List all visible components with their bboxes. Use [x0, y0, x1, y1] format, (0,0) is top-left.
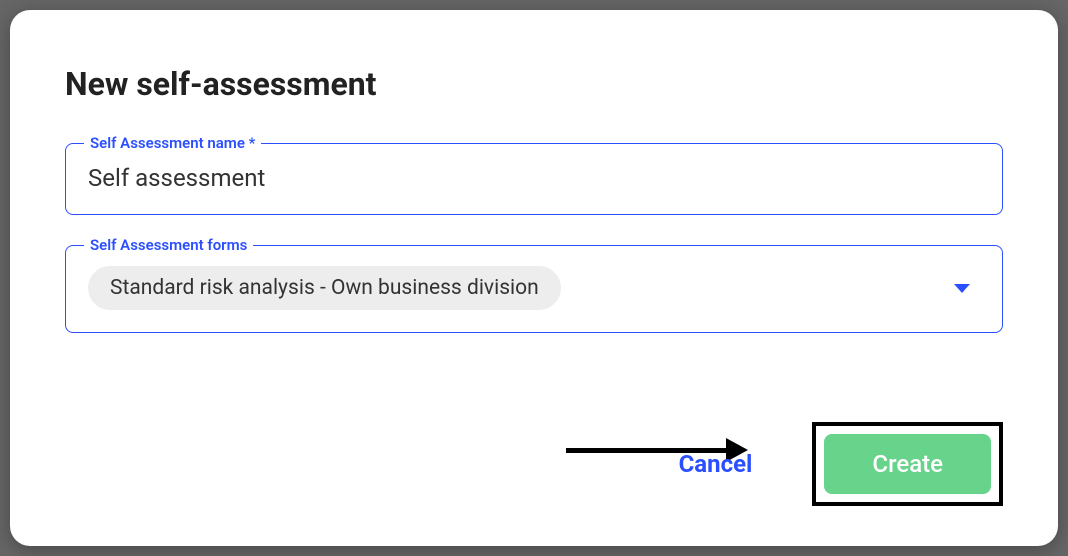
new-self-assessment-dialog: New self-assessment Self Assessment name… — [10, 10, 1058, 546]
forms-field-label: Self Assessment forms — [84, 236, 253, 254]
dialog-actions: Cancel Create — [679, 422, 1003, 506]
forms-field-group: Self Assessment forms Standard risk anal… — [65, 245, 1003, 333]
self-assessment-forms-select[interactable]: Standard risk analysis - Own business di… — [88, 266, 980, 310]
name-field-label: Self Assessment name * — [84, 134, 261, 152]
create-button-highlight: Create — [812, 422, 1003, 506]
name-field-group: Self Assessment name * — [65, 143, 1003, 215]
dialog-title: New self-assessment — [65, 65, 1003, 103]
cancel-button[interactable]: Cancel — [679, 450, 753, 478]
chevron-down-icon — [954, 284, 970, 293]
selected-form-chip[interactable]: Standard risk analysis - Own business di… — [88, 266, 561, 310]
self-assessment-name-input[interactable] — [88, 164, 980, 192]
create-button[interactable]: Create — [824, 434, 991, 494]
